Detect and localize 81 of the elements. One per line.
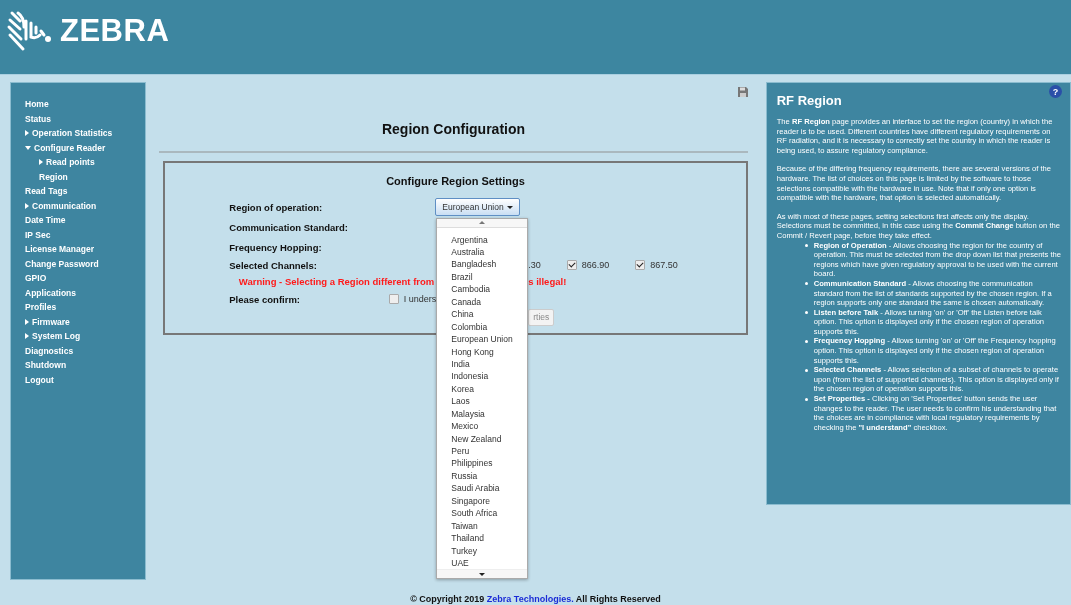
sidebar-item[interactable]: System Log [25, 329, 146, 344]
sidebar-item[interactable]: Status [25, 111, 146, 126]
checkbox-label: I unders [403, 294, 437, 304]
dropdown-option[interactable]: Laos [437, 395, 528, 408]
panel-title: Configure Region Settings [385, 175, 526, 187]
dropdown-option[interactable]: Indonesia [437, 370, 528, 383]
sidebar-item[interactable]: Firmware [25, 314, 146, 329]
sidebar-item[interactable]: Date Time [25, 213, 146, 228]
dropdown-option[interactable]: Argentina [437, 233, 528, 247]
field-label: Please confirm: [229, 293, 301, 305]
dropdown-option[interactable]: Thailand [437, 532, 528, 545]
dropdown-option[interactable]: Russia [437, 469, 528, 483]
field-label: Communication Standard: [229, 221, 350, 233]
brand-name: ZEBRA [60, 13, 170, 49]
bullet-icon [804, 397, 808, 401]
sidebar-item[interactable]: Change Password [25, 256, 146, 271]
dropdown-option[interactable]: European Union [437, 333, 528, 346]
dropdown-option[interactable]: Saudi Arabia [437, 482, 528, 495]
sidebar-item[interactable]: Configure Reader [25, 140, 146, 155]
channel-checkbox[interactable] [635, 260, 646, 270]
caret-icon [506, 205, 513, 209]
channel-checkbox[interactable] [566, 260, 577, 270]
sidebar-item[interactable]: Diagnostics [25, 343, 146, 358]
sidebar-subitem[interactable]: Read points [25, 155, 146, 170]
dropdown-option[interactable]: Cambodia [437, 283, 528, 296]
dropdown-option[interactable]: Philippines [437, 457, 528, 470]
dropdown-option[interactable]: Hong Kong [437, 345, 528, 358]
warning-text: Warning - Selecting a Region different from [238, 276, 435, 287]
sidebar-item[interactable]: Communication [25, 198, 146, 213]
dropdown-option[interactable]: Malaysia [437, 407, 528, 421]
dropdown-option[interactable]: Canada [437, 295, 528, 309]
page-title: Region Configuration [380, 121, 527, 137]
field-label: Selected Channels: [229, 259, 318, 271]
dropdown-option[interactable]: Turkey [437, 544, 528, 557]
dropdown-option[interactable]: UAE [437, 556, 528, 570]
scroll-up-button[interactable] [437, 219, 528, 228]
dropdown-option[interactable]: Brazil [437, 270, 528, 284]
dropdown-option[interactable]: Colombia [437, 320, 528, 334]
sidebar-item[interactable]: License Manager [25, 242, 146, 257]
field-label: Frequency Hopping: [229, 241, 323, 253]
sidebar-subitem[interactable]: Region [25, 169, 146, 184]
sidebar-item[interactable]: Read Tags [25, 184, 146, 199]
dropdown-option[interactable]: Singapore [437, 494, 528, 508]
dropdown-option[interactable]: South Africa [437, 507, 528, 520]
warning-text: s illegal! [528, 276, 568, 287]
dropdown-option[interactable]: India [437, 357, 528, 371]
region-dropdown[interactable]: European Union [435, 198, 520, 216]
bullet-icon [804, 244, 808, 248]
channel-label: 866.90 [581, 260, 610, 270]
save-icon[interactable] [737, 87, 748, 97]
sidebar-item[interactable]: GPIO [25, 271, 146, 286]
dropdown-option[interactable]: New Zealand [437, 432, 528, 446]
sidebar-item[interactable]: Logout [25, 372, 146, 387]
scroll-down-button[interactable] [437, 569, 528, 578]
bullet-icon [804, 311, 808, 315]
up-triangle-icon [479, 221, 486, 225]
bullet-icon [804, 282, 808, 286]
help-title: RF Region [776, 93, 842, 108]
sidebar-item[interactable]: Operation Statistics [25, 126, 146, 141]
field-label: Region of operation: [229, 201, 324, 213]
dropdown-option[interactable]: China [437, 308, 528, 321]
sidebar-item[interactable]: Shutdown [25, 358, 146, 373]
channel-label: 867.50 [650, 260, 678, 270]
dropdown-option[interactable]: Mexico [437, 420, 528, 433]
dropdown-option[interactable]: Taiwan [437, 519, 528, 533]
confirm-checkbox[interactable] [388, 294, 399, 304]
dropdown-option[interactable]: Bangladesh [437, 258, 528, 271]
sidebar-item[interactable]: Applications [25, 285, 146, 300]
sidebar-item[interactable]: Profiles [25, 300, 146, 315]
dropdown-option[interactable]: Peru [437, 445, 528, 458]
dropdown-option[interactable]: Australia [437, 246, 528, 259]
bullet-icon [804, 368, 808, 372]
dropdown-option[interactable]: Korea [437, 382, 528, 396]
sidebar-item[interactable]: IP Sec [25, 227, 146, 242]
company-link[interactable]: Zebra Technologies. [486, 594, 574, 604]
bullet-icon [804, 339, 808, 343]
copyright-text: © Copyright 2019 Zebra Technologies. All Rights Reserved [409, 594, 662, 604]
help-button[interactable]: ? [1049, 85, 1062, 98]
sidebar-item[interactable]: Home [25, 97, 146, 112]
channel-label: .30 [528, 260, 541, 270]
down-triangle-icon [479, 572, 486, 576]
